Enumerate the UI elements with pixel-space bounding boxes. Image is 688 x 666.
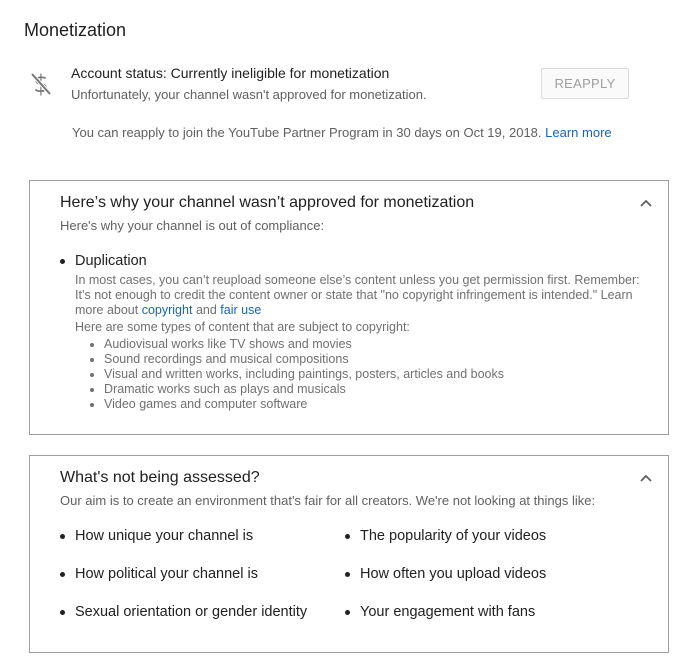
and-text: and bbox=[195, 303, 217, 317]
more-about-text: more about bbox=[75, 303, 139, 317]
list-item-text: Sexual orientation or gender identity bbox=[75, 604, 308, 620]
list-item: How unique your channel is bbox=[60, 528, 253, 544]
reapply-info: You can reapply to join the YouTube Part… bbox=[72, 125, 612, 140]
list-item: Audiovisual works like TV shows and movi… bbox=[90, 337, 660, 352]
copyright-types-list: Audiovisual works like TV shows and movi… bbox=[90, 337, 660, 412]
list-item-text: Sound recordings and musical composition… bbox=[104, 352, 349, 366]
page-title: Monetization bbox=[24, 20, 127, 40]
not-assessed-panel-title: What's not being assessed? bbox=[60, 469, 260, 486]
issue-description: In most cases, you can’t reupload someon… bbox=[75, 273, 660, 318]
chevron-up-icon[interactable] bbox=[640, 199, 652, 207]
fair-use-link[interactable]: fair use bbox=[220, 303, 261, 317]
bullet-icon bbox=[60, 533, 65, 539]
list-item-text: The popularity of your videos bbox=[360, 528, 547, 544]
reapply-button[interactable]: REAPPLY bbox=[541, 68, 629, 99]
not-approved-panel-subtitle: Here's why your channel is out of compli… bbox=[60, 218, 325, 233]
issue-duplication: Duplication In most cases, you can’t reu… bbox=[60, 253, 660, 412]
list-item: Your engagement with fans bbox=[345, 604, 535, 620]
list-item: Dramatic works such as plays and musical… bbox=[90, 382, 660, 397]
bullet-icon bbox=[60, 609, 65, 615]
no-dollar-icon: $ bbox=[30, 70, 52, 98]
bullet-icon bbox=[60, 258, 65, 264]
bullet-icon bbox=[90, 402, 94, 407]
issue-title-text: Duplication bbox=[75, 253, 147, 269]
bullet-icon bbox=[60, 571, 65, 577]
list-item-text: Visual and written works, including pain… bbox=[104, 367, 504, 381]
bullet-icon bbox=[90, 372, 94, 377]
not-approved-panel-title: Here’s why your channel wasn’t approved … bbox=[60, 194, 475, 211]
list-item-text: How unique your channel is bbox=[75, 528, 254, 544]
issue-desc-line-3: more about copyright and fair use bbox=[75, 303, 660, 318]
not-assessed-panel-subtitle: Our aim is to create an environment that… bbox=[60, 493, 596, 508]
chevron-up-icon[interactable] bbox=[640, 474, 652, 482]
reapply-info-text: You can reapply to join the YouTube Part… bbox=[72, 125, 542, 140]
list-item: Sexual orientation or gender identity bbox=[60, 604, 307, 620]
list-item: The popularity of your videos bbox=[345, 528, 546, 544]
not-approved-panel: Here’s why your channel wasn’t approved … bbox=[29, 180, 669, 435]
list-item-text: How political your channel is bbox=[75, 566, 258, 582]
account-status-text: Account status: Currently ineligible for… bbox=[71, 65, 390, 81]
list-item-text: Your engagement with fans bbox=[360, 604, 536, 620]
list-item: Visual and written works, including pain… bbox=[90, 367, 660, 382]
bullet-icon bbox=[345, 571, 350, 577]
list-item: How political your channel is bbox=[60, 566, 258, 582]
bullet-icon bbox=[90, 357, 94, 362]
bullet-icon bbox=[90, 342, 94, 347]
copyright-link[interactable]: copyright bbox=[142, 303, 193, 317]
list-item-text: Audiovisual works like TV shows and movi… bbox=[104, 337, 352, 351]
list-item-text: How often you upload videos bbox=[360, 566, 547, 582]
not-assessed-panel: What's not being assessed? Our aim is to… bbox=[29, 455, 669, 653]
list-item: How often you upload videos bbox=[345, 566, 546, 582]
bullet-icon bbox=[345, 533, 350, 539]
list-item: Video games and computer software bbox=[90, 397, 660, 412]
list-item: Sound recordings and musical composition… bbox=[90, 352, 660, 367]
issue-desc-line-1: In most cases, you can’t reupload someon… bbox=[75, 273, 640, 287]
list-item-text: Video games and computer software bbox=[104, 397, 308, 411]
issue-title: Duplication bbox=[60, 253, 660, 269]
list-item-text: Dramatic works such as plays and musical… bbox=[104, 382, 346, 396]
bullet-icon bbox=[345, 609, 350, 615]
bullet-icon bbox=[90, 387, 94, 392]
account-status-detail: Unfortunately, your channel wasn't appro… bbox=[71, 87, 427, 102]
issue-desc-line-2: It’s not enough to credit the content ow… bbox=[75, 288, 633, 302]
learn-more-link[interactable]: Learn more bbox=[545, 125, 611, 140]
types-intro: Here are some types of content that are … bbox=[75, 320, 410, 334]
